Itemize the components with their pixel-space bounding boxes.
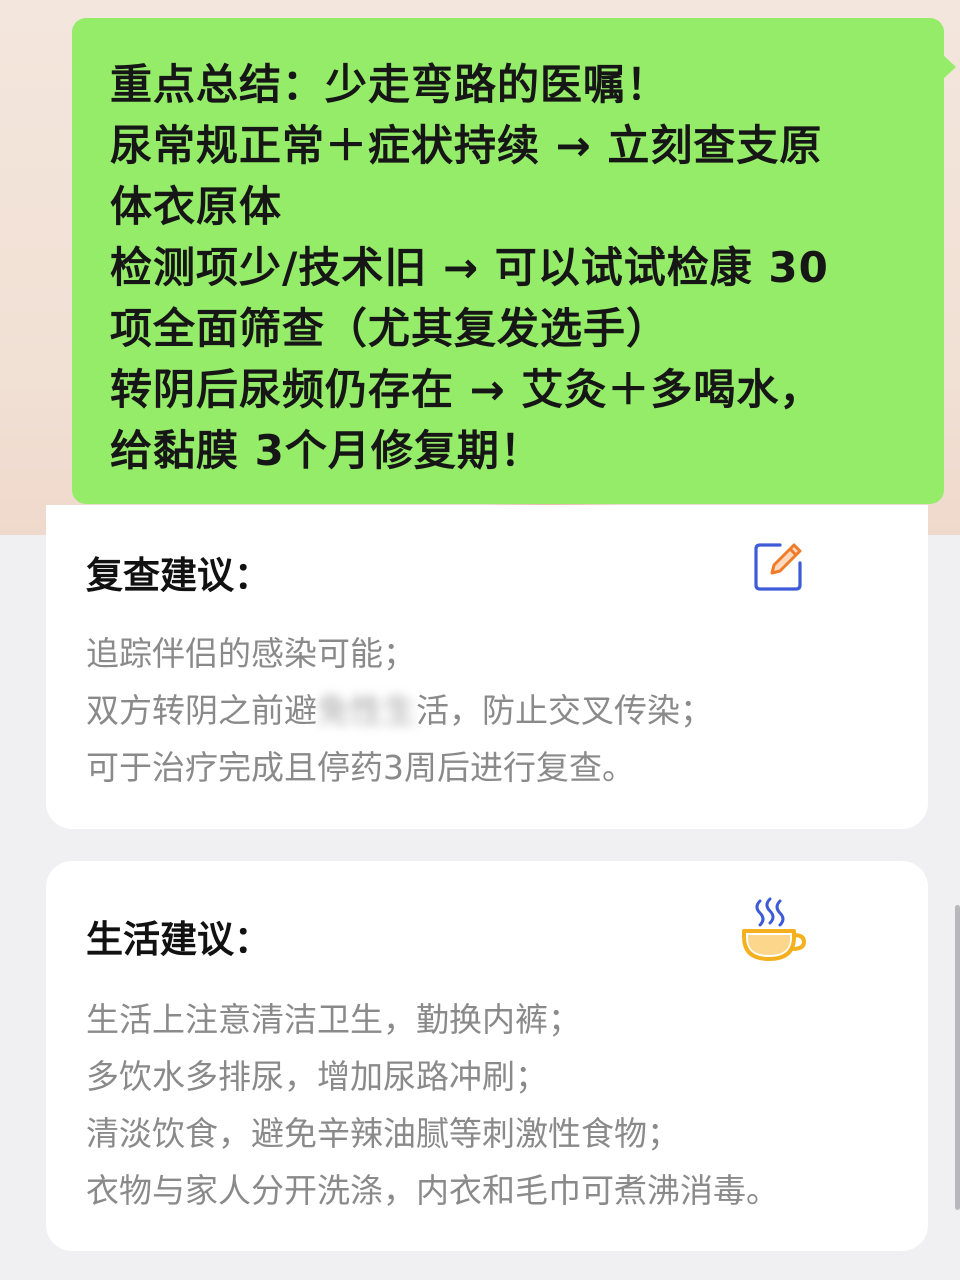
bubble-line-3: 体衣原体 (110, 182, 283, 231)
bubble-line-7: 给黏膜 3个月修复期！ (110, 426, 543, 475)
bubble-line-2: 尿常规正常＋症状持续 → 立刻查支原 (110, 121, 823, 170)
bubble-line-1: 重点总结：少走弯路的医嘱！ (110, 60, 670, 109)
lifestyle-advice-line-2: 多饮水多排尿，增加尿路冲刷； (86, 1057, 548, 1096)
recheck-advice-line-2-start: 双方转阴之前避 (86, 691, 317, 730)
bubble-line-6: 转阴后尿频仍存在 → 艾灸＋多喝水， (110, 365, 823, 414)
lifestyle-advice-line-4: 衣物与家人分开洗涤，内衣和毛巾可煮沸消毒。 (86, 1171, 779, 1210)
recheck-advice-line-3: 可于治疗完成且停药3周后进行复查。 (86, 748, 635, 787)
lifestyle-advice-list: 生活上注意清洁卫生，勤换内裤； 多饮水多排尿，增加尿路冲刷； 清淡饮食，避免辛辣… (86, 991, 779, 1219)
lifestyle-advice-title: 生活建议： (86, 918, 271, 961)
recheck-advice-line-2-end: 活，防止交叉传染； (416, 691, 713, 730)
mosaic-blurred-text: 免性生 (317, 691, 416, 730)
recheck-advice-line-2: 双方转阴之前避免性生活，防止交叉传染； (86, 682, 713, 739)
recheck-advice-list: 追踪伴侣的感染可能； 双方转阴之前避免性生活，防止交叉传染； 可于治疗完成且停药… (86, 625, 713, 796)
chat-message-bubble[interactable]: 重点总结：少走弯路的医嘱！ 尿常规正常＋症状持续 → 立刻查支原 体衣原体 检测… (72, 18, 956, 504)
recheck-advice-title: 复查建议： (86, 554, 271, 597)
edit-icon[interactable] (750, 539, 806, 595)
recheck-advice-line-1: 追踪伴侣的感染可能； (86, 634, 416, 673)
scrollbar[interactable] (955, 905, 960, 1210)
bubble-tail (942, 54, 956, 80)
bubble-line-4: 检测项少/技术旧 → 可以试试检康 30 (110, 243, 829, 292)
lifestyle-advice-line-3: 清淡饮食，避免辛辣油腻等刺激性食物； (86, 1114, 680, 1153)
bubble-line-5: 项全面筛查（尤其复发选手） (110, 304, 670, 353)
lifestyle-advice-line-1: 生活上注意清洁卫生，勤换内裤； (86, 1000, 581, 1039)
lifestyle-advice-card: 生活建议： 生活上注意清洁卫生，勤换内裤； 多饮水多排尿，增加尿路冲刷； 清淡饮… (46, 861, 928, 1251)
recheck-advice-card: 复查建议： 追踪伴侣的感染可能； 双方转阴之前避免性生活，防止交叉传染； 可于治… (46, 505, 928, 829)
coffee-cup-icon (742, 897, 807, 961)
